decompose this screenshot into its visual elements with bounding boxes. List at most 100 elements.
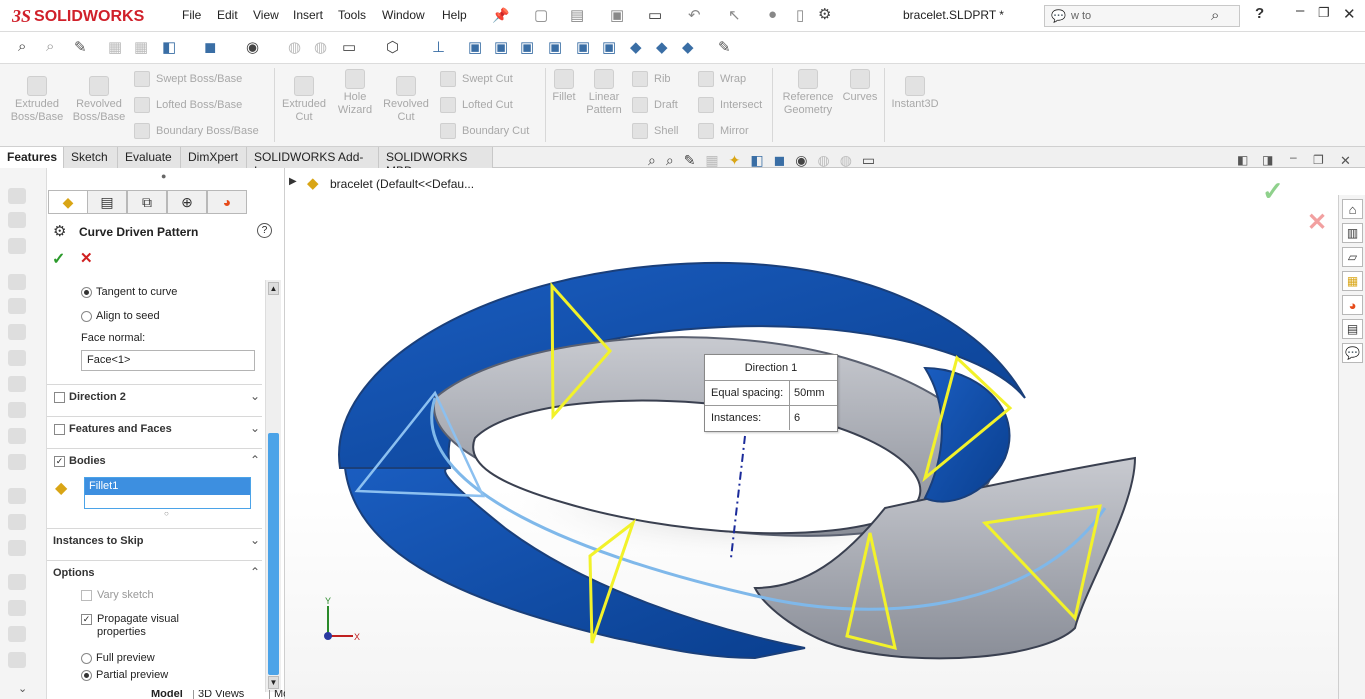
left-view-icon[interactable]: ▣ [520,38,534,56]
search-input[interactable]: w to [1071,10,1091,22]
pin-icon[interactable]: 📌 [492,7,509,24]
shortcut-icon[interactable] [8,188,26,204]
tab-addins[interactable]: SOLIDWORKS Add-Ins [247,147,379,178]
features-faces-checkbox[interactable] [54,424,65,435]
scene-icon[interactable]: ◍ [314,38,327,56]
model-viewport[interactable]: Y X [285,168,1338,699]
tab-feature-manager[interactable]: ◆ [48,190,88,214]
view-settings-icon[interactable]: ▭ [342,38,356,56]
scroll-thumb[interactable] [268,433,279,675]
shortcut-icon[interactable] [8,574,26,590]
chevron-down-icon[interactable]: ⌄ [250,421,260,435]
front-view-icon[interactable]: ▣ [468,38,482,56]
cancel-x-button[interactable]: ✕ [80,249,93,267]
tab-model[interactable]: Model [151,690,183,699]
previous-view-icon[interactable]: ✎ [74,38,87,56]
vary-sketch-checkbox[interactable] [81,590,92,601]
rebuild-icon[interactable]: ● [768,6,777,23]
features-faces-section[interactable]: Features and Faces ⌄ [47,416,262,442]
expand-chevron-icon[interactable]: ⌄ [18,682,27,695]
mirror-button[interactable]: Mirror [698,123,749,139]
back-view-icon[interactable]: ▣ [494,38,508,56]
menu-tools[interactable]: Tools [338,8,366,22]
tab-configuration-manager[interactable]: ⧉ [127,190,167,214]
shortcut-icon[interactable] [8,238,26,254]
curves-button[interactable]: Curves [840,69,880,104]
menu-window[interactable]: Window [382,8,425,22]
partial-preview-radio[interactable]: Partial preview [81,669,168,681]
tab-dimxpert-manager[interactable]: ⊕ [167,190,207,214]
isometric-view-icon[interactable]: ◆ [630,38,642,56]
tab-features[interactable]: Features [0,147,64,168]
appearances-icon[interactable]: ◕ [1342,295,1363,315]
instances-value[interactable]: 6 [789,406,804,430]
swept-cut-button[interactable]: Swept Cut [440,71,513,87]
bodies-list-item[interactable]: Fillet1 [85,478,250,495]
drag-handle[interactable]: ● [161,171,166,181]
scene-icon[interactable]: ◍ [840,152,852,169]
file-explorer-icon[interactable]: ▱ [1342,247,1363,267]
instant3d-button[interactable]: Instant3D [886,76,944,111]
rib-button[interactable]: Rib [632,71,671,87]
reference-geometry-button[interactable]: Reference Geometry [778,69,838,117]
new-document-icon[interactable]: ▢ [534,6,548,24]
lofted-cut-button[interactable]: Lofted Cut [440,97,513,113]
display-style-icon[interactable]: ◼ [204,38,216,56]
boundary-cut-button[interactable]: Boundary Cut [440,123,529,139]
boundary-boss-button[interactable]: Boundary Boss/Base [134,123,259,139]
shortcut-icon[interactable] [8,350,26,366]
options-section[interactable]: Options ⌃ [47,560,262,586]
intersect-button[interactable]: Intersect [698,97,762,113]
direction-2-section[interactable]: Direction 2 ⌄ [47,384,262,410]
shortcut-icon[interactable] [8,454,26,470]
dimetric-view-icon[interactable]: ◆ [682,38,694,56]
bodies-checkbox[interactable]: ✓ [54,456,65,467]
top-view-icon[interactable]: ▣ [576,38,590,56]
shortcut-icon[interactable] [8,298,26,314]
split-left-icon[interactable]: ◧ [1237,153,1248,167]
menu-view[interactable]: View [253,8,279,22]
chevron-up-icon[interactable]: ⌃ [250,453,260,467]
ok-check-button[interactable]: ✓ [52,249,65,269]
display-style-icon[interactable]: ◼ [774,152,786,169]
shortcut-icon[interactable] [8,514,26,530]
view-orientation-icon[interactable]: ◧ [162,38,176,56]
zoom-area-icon[interactable]: ⌕ [46,38,54,55]
dynamic-annotation-icon[interactable]: ✦ [729,152,741,169]
save-icon[interactable]: ▣ [610,6,624,24]
home-icon[interactable]: ⌂ [1342,199,1363,219]
menu-insert[interactable]: Insert [293,8,323,22]
direction-2-checkbox[interactable] [54,392,65,403]
chevron-up-icon[interactable]: ⌃ [250,565,260,579]
help-icon[interactable]: ? [1255,5,1264,22]
shortcut-icon[interactable] [8,540,26,556]
section-view-icon[interactable]: ▦ [108,38,122,56]
hide-show-icon[interactable]: ◉ [246,38,259,56]
view-orientation-icon[interactable]: ◧ [750,152,763,169]
extruded-cut-button[interactable]: Extruded Cut [278,76,330,124]
wrap-button[interactable]: Wrap [698,71,746,87]
undo-icon[interactable]: ↶ [688,6,701,24]
select-icon[interactable]: ↖ [728,6,741,24]
view-palette-icon[interactable]: ▦ [1342,271,1363,291]
shortcut-icon[interactable] [8,274,26,290]
chevron-down-icon[interactable]: ⌄ [250,389,260,403]
hole-wizard-button[interactable]: Hole Wizard [330,69,380,117]
tangent-to-curve-radio[interactable]: Tangent to curve [81,286,177,298]
confirm-check-icon[interactable]: ✓ [1262,176,1284,207]
shortcut-icon[interactable] [8,402,26,418]
view-settings-icon[interactable]: ▭ [862,152,875,169]
viewport-minimize-button[interactable]: – [1290,150,1297,164]
tab-property-manager[interactable]: ▤ [87,190,127,214]
tab-3d-views[interactable]: 3D Views [193,690,244,699]
print-icon[interactable]: ▭ [648,6,662,24]
forum-icon[interactable]: 💬 [1342,343,1363,363]
split-right-icon[interactable]: ◨ [1262,153,1273,167]
shortcut-icon[interactable] [8,376,26,392]
draft-button[interactable]: Draft [632,97,678,113]
swept-boss-button[interactable]: Swept Boss/Base [134,71,242,87]
property-manager-scrollbar[interactable]: ▲ ▼ [265,280,281,692]
previous-view-icon[interactable]: ✎ [684,152,696,169]
extruded-boss-button[interactable]: Extruded Boss/Base [8,76,66,124]
scroll-up-button[interactable]: ▲ [268,282,279,295]
